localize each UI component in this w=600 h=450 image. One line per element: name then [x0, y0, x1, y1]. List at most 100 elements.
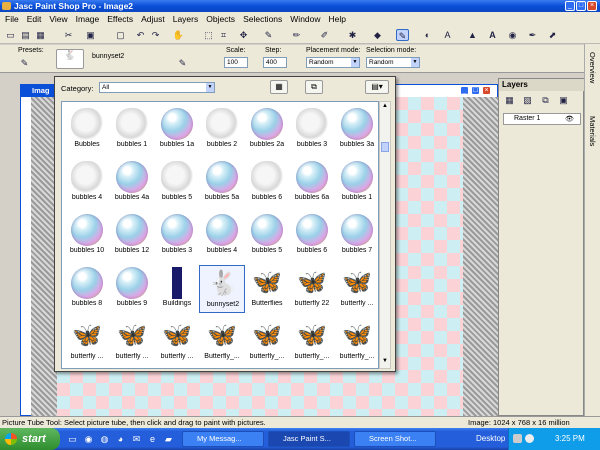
pen-icon[interactable]: A [441, 29, 454, 41]
tube-item[interactable]: bubbles 4 [199, 212, 245, 260]
tube-item[interactable]: 🦋 butterfly ... [154, 318, 200, 366]
quicklaunch-explorer-icon[interactable]: ▭ [66, 433, 79, 445]
menu-file[interactable]: File [2, 12, 22, 27]
text-icon[interactable]: A [486, 29, 499, 41]
quicklaunch-folder-icon[interactable]: ▰ [162, 433, 175, 445]
tube-item[interactable]: bubbles 4a [109, 159, 155, 207]
selection-mode-select[interactable]: Random ▼ [366, 57, 420, 68]
menu-adjust[interactable]: Adjust [138, 12, 168, 27]
menu-edit[interactable]: Edit [24, 12, 45, 27]
menu-selections[interactable]: Selections [240, 12, 285, 27]
menu-view[interactable]: View [46, 12, 70, 27]
duplicate-layer-icon[interactable]: ⧉ [539, 94, 552, 106]
tube-item[interactable]: bubbles 6 [289, 212, 335, 260]
doc-minimize-button[interactable]: _ [460, 86, 469, 95]
tube-item[interactable]: bubbles 2 [199, 106, 245, 154]
picker-scrollbar[interactable]: ▲ ▼ [379, 101, 391, 369]
tab-materials[interactable]: Materials [588, 116, 597, 146]
retouch-icon[interactable]: ✱ [346, 29, 359, 41]
new-vector-layer-icon[interactable]: ▧ [521, 94, 534, 106]
quicklaunch-browser-icon[interactable]: ◍ [98, 433, 111, 445]
step-input[interactable]: 400 [263, 57, 287, 68]
volume-icon[interactable] [513, 434, 522, 443]
tube-item[interactable]: bubbles 5a [199, 159, 245, 207]
flood-fill-icon[interactable]: ◆ [371, 29, 384, 41]
tube-item[interactable]: 🦋 Butterflies [244, 265, 290, 313]
object-selector-icon[interactable]: ⬈ [546, 29, 559, 41]
minimize-button[interactable]: _ [565, 1, 575, 11]
scale-input[interactable]: 100 [224, 57, 248, 68]
picker-options-button[interactable]: ▦ [270, 80, 288, 94]
selection-icon[interactable]: ⬚ [202, 29, 215, 41]
eraser-icon[interactable]: ◐ [421, 29, 434, 41]
menu-layers[interactable]: Layers [170, 12, 202, 27]
dropper-icon[interactable]: ✎ [262, 29, 275, 41]
save-icon[interactable]: ▣ [84, 29, 97, 41]
desktop-toolbar-label[interactable]: Desktop [476, 434, 505, 443]
undo-icon[interactable]: ↶ [134, 29, 147, 41]
tube-item[interactable]: bubbles 6a [289, 159, 335, 207]
tube-options-icon[interactable]: ✎ [176, 57, 189, 69]
tube-item[interactable]: 🦋 Butterfly_... [199, 318, 245, 366]
tube-item[interactable]: 🦋 butterfly ... [334, 265, 378, 313]
start-button[interactable]: start [0, 428, 60, 450]
warp-brush-icon[interactable]: ✒ [526, 29, 539, 41]
tube-item[interactable]: 🦋 butterfly 22 [289, 265, 335, 313]
new-icon[interactable]: ▭ [4, 29, 17, 41]
close-button[interactable]: × [587, 1, 597, 11]
browse-icon[interactable]: ▦ [34, 29, 47, 41]
quicklaunch-ie-icon[interactable]: e [146, 433, 159, 445]
clone-icon[interactable]: ✐ [318, 29, 331, 41]
tube-item[interactable]: bubbles 1a [154, 106, 200, 154]
tube-item[interactable]: 🦋 butterfly_... [289, 318, 335, 366]
speech-shape-icon[interactable]: ◉ [506, 29, 519, 41]
visibility-eye-icon[interactable]: 👁 [565, 115, 574, 123]
network-icon[interactable] [525, 434, 534, 443]
presets-icon[interactable]: ✎ [18, 57, 31, 69]
tab-overview[interactable]: Overview [588, 52, 597, 83]
tube-item[interactable]: bubbles 7 [334, 212, 378, 260]
tube-item[interactable]: bubbles 10 [64, 212, 110, 260]
tube-item[interactable]: bubbles 3 [289, 106, 335, 154]
tube-item[interactable]: bubbles 2a [244, 106, 290, 154]
scroll-up-icon[interactable]: ▲ [381, 103, 389, 111]
quicklaunch-mail-icon[interactable]: ✉ [130, 433, 143, 445]
picker-view-menu-button[interactable]: ▤▾ [365, 80, 389, 94]
tube-item[interactable]: bubbles 4 [64, 159, 110, 207]
menu-help[interactable]: Help [326, 12, 349, 27]
cut-icon[interactable]: ✂ [62, 29, 75, 41]
tube-item[interactable]: bubbles 12 [109, 212, 155, 260]
menu-image[interactable]: Image [73, 12, 103, 27]
task-my-messages[interactable]: My Messag... [182, 431, 264, 447]
tube-item[interactable]: 🦋 butterfly ... [64, 318, 110, 366]
menu-effects[interactable]: Effects [104, 12, 136, 27]
shape-icon[interactable]: ▲ [466, 29, 479, 41]
tube-item[interactable]: bubbles 1 [109, 106, 155, 154]
tube-item[interactable]: bubbles 3a [334, 106, 378, 154]
menu-window[interactable]: Window [287, 12, 323, 27]
pan-icon[interactable]: ✋ [172, 29, 185, 41]
copy-icon[interactable]: ▢ [114, 29, 127, 41]
tube-preview-icon[interactable]: 🐇 [56, 49, 84, 69]
doc-close-button[interactable]: × [482, 86, 491, 95]
tube-item[interactable]: 🦋 butterfly_... [334, 318, 378, 366]
crop-icon[interactable]: ⌗ [217, 29, 230, 41]
picture-tube-icon[interactable]: ✎ [396, 29, 409, 41]
tube-item[interactable]: bubbles 6 [244, 159, 290, 207]
tube-item[interactable]: Bubbles [64, 106, 110, 154]
tube-item[interactable]: 🦋 butterfly_... [244, 318, 290, 366]
scroll-down-icon[interactable]: ▼ [381, 358, 389, 366]
quicklaunch-firefox-icon[interactable]: ◕ [114, 433, 127, 445]
move-icon[interactable]: ✥ [237, 29, 250, 41]
redo-icon[interactable]: ↷ [149, 29, 162, 41]
picker-resources-button[interactable]: ⧉ [305, 80, 323, 94]
tube-item[interactable]: bubbles 5 [154, 159, 200, 207]
task-paint-shop-pro[interactable]: Jasc Paint S... [268, 431, 350, 447]
task-screen-shot[interactable]: Screen Shot... [354, 431, 436, 447]
tube-item[interactable]: 🦋 butterfly ... [109, 318, 155, 366]
open-icon[interactable]: ▤ [19, 29, 32, 41]
tube-item[interactable]: 🐇 bunnyset2 [199, 265, 245, 313]
scroll-thumb[interactable] [381, 142, 389, 152]
tube-item[interactable]: bubbles 3 [154, 212, 200, 260]
tube-item[interactable]: bubbles 9 [109, 265, 155, 313]
